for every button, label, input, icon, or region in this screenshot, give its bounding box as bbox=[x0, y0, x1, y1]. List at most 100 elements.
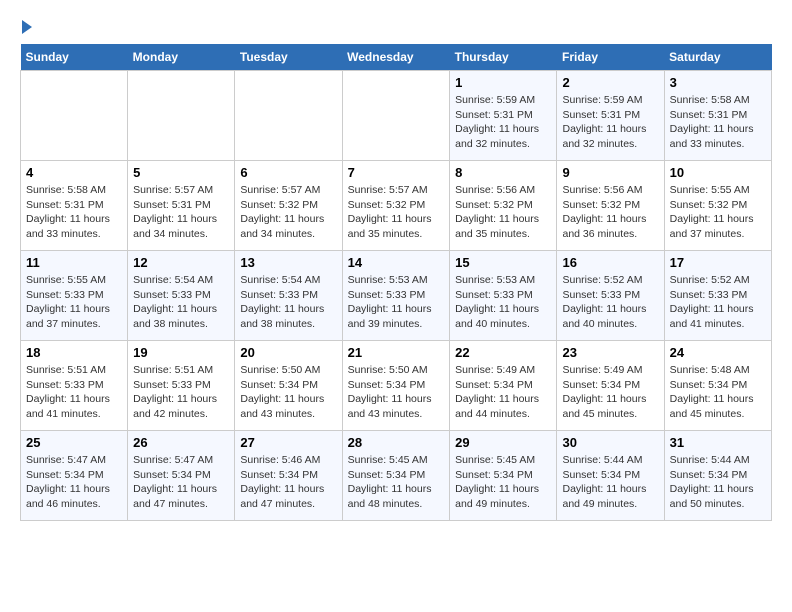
day-cell: 2 Sunrise: 5:59 AM Sunset: 5:31 PM Daylig… bbox=[557, 71, 664, 161]
day-cell: 29 Sunrise: 5:45 AM Sunset: 5:34 PM Dayli… bbox=[450, 431, 557, 521]
header-row: SundayMondayTuesdayWednesdayThursdayFrid… bbox=[21, 44, 772, 71]
day-info: Sunrise: 5:47 AM Sunset: 5:34 PM Dayligh… bbox=[26, 453, 122, 512]
day-cell: 31Sunrise: 5:44 AM Sunset: 5:34 PM Dayli… bbox=[664, 431, 771, 521]
day-info: Sunrise: 5:49 AM Sunset: 5:34 PM Dayligh… bbox=[455, 363, 551, 422]
day-info: Sunrise: 5:57 AM Sunset: 5:31 PM Dayligh… bbox=[133, 183, 229, 242]
day-info: Sunrise: 5:53 AM Sunset: 5:33 PM Dayligh… bbox=[348, 273, 445, 332]
day-cell: 28Sunrise: 5:45 AM Sunset: 5:34 PM Dayli… bbox=[342, 431, 450, 521]
day-cell: 14 Sunrise: 5:53 AM Sunset: 5:33 PM Dayli… bbox=[342, 251, 450, 341]
day-number: 29 bbox=[455, 435, 551, 450]
day-cell: 25 Sunrise: 5:47 AM Sunset: 5:34 PM Dayli… bbox=[21, 431, 128, 521]
day-cell bbox=[21, 71, 128, 161]
day-cell: 27Sunrise: 5:46 AM Sunset: 5:34 PM Dayli… bbox=[235, 431, 342, 521]
day-number: 26 bbox=[133, 435, 229, 450]
day-cell: 19 Sunrise: 5:51 AM Sunset: 5:33 PM Dayli… bbox=[128, 341, 235, 431]
day-cell: 9 Sunrise: 5:56 AM Sunset: 5:32 PM Daylig… bbox=[557, 161, 664, 251]
day-cell: 21 Sunrise: 5:50 AM Sunset: 5:34 PM Dayli… bbox=[342, 341, 450, 431]
day-info: Sunrise: 5:55 AM Sunset: 5:33 PM Dayligh… bbox=[26, 273, 122, 332]
day-cell bbox=[342, 71, 450, 161]
day-info: Sunrise: 5:51 AM Sunset: 5:33 PM Dayligh… bbox=[26, 363, 122, 422]
day-number: 5 bbox=[133, 165, 229, 180]
day-info: Sunrise: 5:56 AM Sunset: 5:32 PM Dayligh… bbox=[562, 183, 658, 242]
logo bbox=[20, 20, 32, 34]
day-number: 24 bbox=[670, 345, 766, 360]
day-number: 11 bbox=[26, 255, 122, 270]
day-number: 30 bbox=[562, 435, 658, 450]
day-header-thursday: Thursday bbox=[450, 44, 557, 71]
day-number: 10 bbox=[670, 165, 766, 180]
day-cell: 7 Sunrise: 5:57 AM Sunset: 5:32 PM Daylig… bbox=[342, 161, 450, 251]
day-cell: 20 Sunrise: 5:50 AM Sunset: 5:34 PM Dayli… bbox=[235, 341, 342, 431]
week-row-1: 1 Sunrise: 5:59 AM Sunset: 5:31 PM Daylig… bbox=[21, 71, 772, 161]
day-cell: 15 Sunrise: 5:53 AM Sunset: 5:33 PM Dayli… bbox=[450, 251, 557, 341]
day-cell: 22 Sunrise: 5:49 AM Sunset: 5:34 PM Dayli… bbox=[450, 341, 557, 431]
day-number: 12 bbox=[133, 255, 229, 270]
day-cell: 12 Sunrise: 5:54 AM Sunset: 5:33 PM Dayli… bbox=[128, 251, 235, 341]
day-info: Sunrise: 5:44 AM Sunset: 5:34 PM Dayligh… bbox=[670, 453, 766, 512]
logo-triangle-icon bbox=[22, 20, 32, 34]
day-number: 25 bbox=[26, 435, 122, 450]
day-info: Sunrise: 5:55 AM Sunset: 5:32 PM Dayligh… bbox=[670, 183, 766, 242]
day-cell: 26 Sunrise: 5:47 AM Sunset: 5:34 PM Dayli… bbox=[128, 431, 235, 521]
day-cell: 16 Sunrise: 5:52 AM Sunset: 5:33 PM Dayli… bbox=[557, 251, 664, 341]
day-number: 27 bbox=[240, 435, 336, 450]
calendar-table: SundayMondayTuesdayWednesdayThursdayFrid… bbox=[20, 44, 772, 521]
day-cell: 6Sunrise: 5:57 AM Sunset: 5:32 PM Daylig… bbox=[235, 161, 342, 251]
day-cell bbox=[235, 71, 342, 161]
day-cell: 30 Sunrise: 5:44 AM Sunset: 5:34 PM Dayli… bbox=[557, 431, 664, 521]
day-info: Sunrise: 5:50 AM Sunset: 5:34 PM Dayligh… bbox=[348, 363, 445, 422]
day-number: 19 bbox=[133, 345, 229, 360]
day-number: 23 bbox=[562, 345, 658, 360]
day-number: 1 bbox=[455, 75, 551, 90]
day-info: Sunrise: 5:45 AM Sunset: 5:34 PM Dayligh… bbox=[348, 453, 445, 512]
day-info: Sunrise: 5:51 AM Sunset: 5:33 PM Dayligh… bbox=[133, 363, 229, 422]
day-cell: 4Sunrise: 5:58 AM Sunset: 5:31 PM Daylig… bbox=[21, 161, 128, 251]
day-cell: 13 Sunrise: 5:54 AM Sunset: 5:33 PM Dayli… bbox=[235, 251, 342, 341]
day-header-saturday: Saturday bbox=[664, 44, 771, 71]
day-cell: 11 Sunrise: 5:55 AM Sunset: 5:33 PM Dayli… bbox=[21, 251, 128, 341]
day-info: Sunrise: 5:49 AM Sunset: 5:34 PM Dayligh… bbox=[562, 363, 658, 422]
week-row-4: 18Sunrise: 5:51 AM Sunset: 5:33 PM Dayli… bbox=[21, 341, 772, 431]
day-cell: 17Sunrise: 5:52 AM Sunset: 5:33 PM Dayli… bbox=[664, 251, 771, 341]
day-info: Sunrise: 5:52 AM Sunset: 5:33 PM Dayligh… bbox=[562, 273, 658, 332]
day-number: 7 bbox=[348, 165, 445, 180]
day-info: Sunrise: 5:54 AM Sunset: 5:33 PM Dayligh… bbox=[240, 273, 336, 332]
day-info: Sunrise: 5:58 AM Sunset: 5:31 PM Dayligh… bbox=[670, 93, 766, 152]
day-number: 14 bbox=[348, 255, 445, 270]
day-number: 3 bbox=[670, 75, 766, 90]
day-info: Sunrise: 5:58 AM Sunset: 5:31 PM Dayligh… bbox=[26, 183, 122, 242]
day-number: 16 bbox=[562, 255, 658, 270]
day-header-monday: Monday bbox=[128, 44, 235, 71]
day-info: Sunrise: 5:59 AM Sunset: 5:31 PM Dayligh… bbox=[562, 93, 658, 152]
day-cell: 10 Sunrise: 5:55 AM Sunset: 5:32 PM Dayli… bbox=[664, 161, 771, 251]
week-row-3: 11 Sunrise: 5:55 AM Sunset: 5:33 PM Dayli… bbox=[21, 251, 772, 341]
day-info: Sunrise: 5:54 AM Sunset: 5:33 PM Dayligh… bbox=[133, 273, 229, 332]
day-number: 22 bbox=[455, 345, 551, 360]
day-cell: 8 Sunrise: 5:56 AM Sunset: 5:32 PM Daylig… bbox=[450, 161, 557, 251]
day-number: 21 bbox=[348, 345, 445, 360]
day-number: 17 bbox=[670, 255, 766, 270]
day-number: 20 bbox=[240, 345, 336, 360]
week-row-5: 25 Sunrise: 5:47 AM Sunset: 5:34 PM Dayli… bbox=[21, 431, 772, 521]
day-cell: 23 Sunrise: 5:49 AM Sunset: 5:34 PM Dayli… bbox=[557, 341, 664, 431]
day-info: Sunrise: 5:59 AM Sunset: 5:31 PM Dayligh… bbox=[455, 93, 551, 152]
day-info: Sunrise: 5:53 AM Sunset: 5:33 PM Dayligh… bbox=[455, 273, 551, 332]
day-info: Sunrise: 5:44 AM Sunset: 5:34 PM Dayligh… bbox=[562, 453, 658, 512]
day-cell bbox=[128, 71, 235, 161]
day-number: 8 bbox=[455, 165, 551, 180]
day-number: 9 bbox=[562, 165, 658, 180]
day-cell: 5 Sunrise: 5:57 AM Sunset: 5:31 PM Daylig… bbox=[128, 161, 235, 251]
day-info: Sunrise: 5:47 AM Sunset: 5:34 PM Dayligh… bbox=[133, 453, 229, 512]
day-number: 13 bbox=[240, 255, 336, 270]
day-cell: 24Sunrise: 5:48 AM Sunset: 5:34 PM Dayli… bbox=[664, 341, 771, 431]
day-info: Sunrise: 5:50 AM Sunset: 5:34 PM Dayligh… bbox=[240, 363, 336, 422]
day-number: 2 bbox=[562, 75, 658, 90]
day-header-tuesday: Tuesday bbox=[235, 44, 342, 71]
day-header-friday: Friday bbox=[557, 44, 664, 71]
day-info: Sunrise: 5:56 AM Sunset: 5:32 PM Dayligh… bbox=[455, 183, 551, 242]
day-info: Sunrise: 5:57 AM Sunset: 5:32 PM Dayligh… bbox=[348, 183, 445, 242]
day-info: Sunrise: 5:45 AM Sunset: 5:34 PM Dayligh… bbox=[455, 453, 551, 512]
day-cell: 18Sunrise: 5:51 AM Sunset: 5:33 PM Dayli… bbox=[21, 341, 128, 431]
day-cell: 3 Sunrise: 5:58 AM Sunset: 5:31 PM Daylig… bbox=[664, 71, 771, 161]
day-number: 15 bbox=[455, 255, 551, 270]
